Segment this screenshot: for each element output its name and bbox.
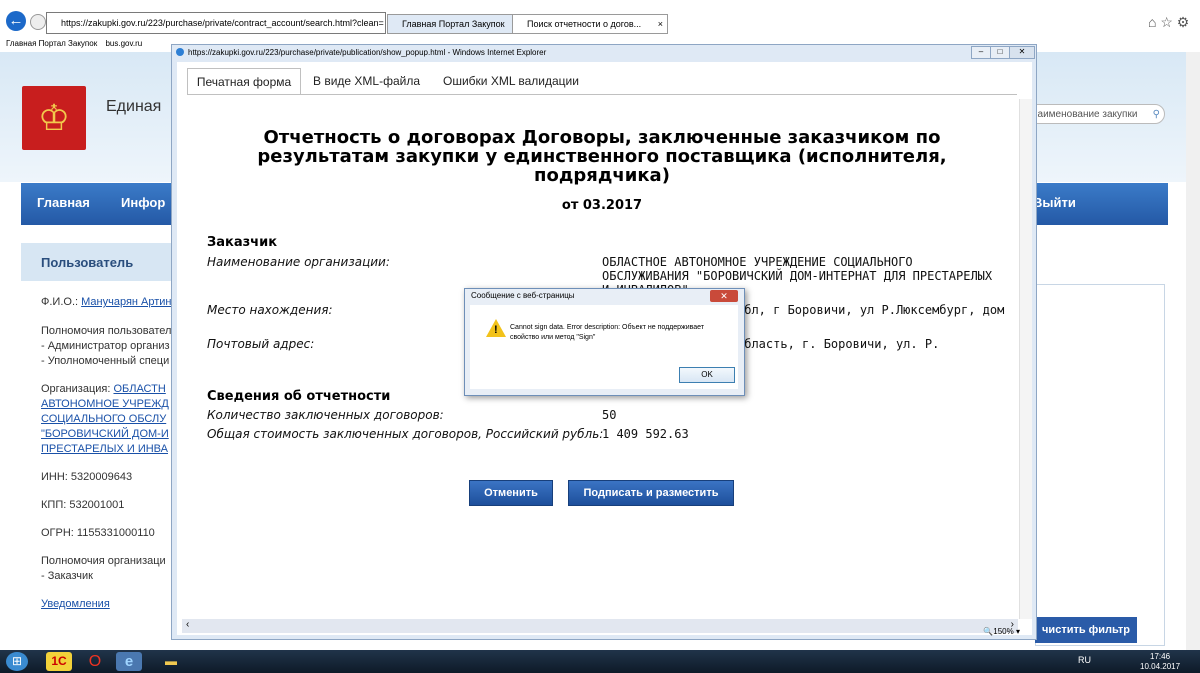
postal-label: Почтовый адрес: <box>207 337 315 351</box>
ie-icon[interactable]: e <box>116 652 142 671</box>
favorite-bus[interactable]: bus.gov.ru <box>105 39 142 48</box>
org-link[interactable]: ОБЛАСТН <box>113 383 165 395</box>
org-link-line[interactable]: ПРЕСТАРЕЛЫХ И ИНВА <box>41 443 168 455</box>
search-icon[interactable]: ⚲ <box>1153 105 1160 125</box>
clear-filter-button[interactable]: чистить фильтр <box>1035 617 1137 643</box>
browser-toolbar: ← https://zakupki.gov.ru/223/purchase/pr… <box>0 0 1200 36</box>
tab-divider <box>187 94 1017 95</box>
customer-section-title: Заказчик <box>207 235 278 250</box>
report-title: Отчетность о договорах Договоры, заключе… <box>257 127 947 186</box>
org-link-line[interactable]: СОЦИАЛЬНОГО ОБСЛУ <box>41 413 166 425</box>
site-search-input[interactable]: наименование закупки ⚲ <box>1025 104 1165 124</box>
total-value: 1 409 592.63 <box>602 427 689 441</box>
taskbar: ⊞ 1С O e ▬ RU 17:46 10.04.2017 <box>0 650 1200 673</box>
forward-button[interactable] <box>30 14 46 30</box>
org-name-label: Наименование организации: <box>207 255 390 269</box>
nav-home[interactable]: Главная <box>37 195 90 210</box>
start-icon[interactable]: ⊞ <box>6 652 28 671</box>
tab-label: Главная Портал Закупок <box>402 19 505 29</box>
browser-tab-search[interactable]: Поиск отчетности о догов... × <box>512 14 668 34</box>
dialog-message: Cannot sign data. Error description: Объ… <box>510 324 705 341</box>
clock[interactable]: 17:46 10.04.2017 <box>1140 652 1180 672</box>
power-item: - Администратор организ <box>41 340 170 352</box>
ok-button[interactable]: OK <box>679 367 735 383</box>
popup-titlebar: https://zakupki.gov.ru/223/purchase/priv… <box>172 45 1036 61</box>
user-panel[interactable]: Пользователь <box>21 243 171 281</box>
inn: ИНН: 5320009643 <box>41 471 133 483</box>
nav-logout[interactable]: Выйти <box>1033 195 1076 210</box>
popup-status-bar: 🔍150% ▾ <box>172 625 1036 639</box>
org-link-line[interactable]: АВТОНОМНОЕ УЧРЕЖД <box>41 398 169 410</box>
emblem-icon: ♔ <box>22 86 86 150</box>
browser-tab-portal[interactable]: Главная Портал Закупок× <box>387 14 523 34</box>
tab-label: Поиск отчетности о догов... <box>527 19 642 29</box>
filter-panel <box>1035 284 1165 646</box>
ogrn: ОГРН: 1155331000110 <box>41 527 155 539</box>
org-powers-label: Полномочия организаци <box>41 555 166 567</box>
close-icon[interactable]: × <box>658 15 663 33</box>
org-power-item: - Заказчик <box>41 570 93 582</box>
org-row: Организация: ОБЛАСТН <box>41 383 166 395</box>
user-panel-label: Пользователь <box>41 255 134 270</box>
tab-xml-file[interactable]: В виде XML-файла <box>313 68 420 94</box>
minimize-icon[interactable]: – <box>971 46 991 59</box>
maximize-icon[interactable]: □ <box>990 46 1010 59</box>
zoom-level[interactable]: 🔍150% ▾ <box>983 625 1020 639</box>
location-value: обл, г Боровичи, ул Р.Люксембург, дом <box>737 303 1005 317</box>
tab-xml-errors[interactable]: Ошибки XML валидации <box>443 68 579 94</box>
zoom-icon: 🔍 <box>983 627 994 636</box>
fio-row: Ф.И.О.: Манучарян Артин <box>41 296 172 308</box>
message-dialog: Сообщение с веб-страницы ✕ ! Cannot sign… <box>464 288 745 396</box>
clock-date: 10.04.2017 <box>1140 662 1181 671</box>
nav-info[interactable]: Инфор <box>121 195 165 210</box>
count-label: Количество заключенных договоров: <box>207 408 444 422</box>
dialog-body: ! Cannot sign data. Error description: О… <box>470 305 738 389</box>
fio-link[interactable]: Манучарян Артин <box>81 296 171 308</box>
cancel-button[interactable]: Отменить <box>469 480 553 506</box>
site-title: Единая <box>106 98 162 115</box>
close-icon[interactable]: ✕ <box>710 290 738 302</box>
popup-title: https://zakupki.gov.ru/223/purchase/priv… <box>188 48 547 57</box>
back-arrow-icon[interactable]: ← <box>6 11 26 31</box>
postal-value: область, г. Боровичи, ул. Р. <box>737 337 940 351</box>
1c-icon[interactable]: 1С <box>46 652 72 671</box>
powers-label: Полномочия пользовател <box>41 325 172 337</box>
count-value: 50 <box>602 408 617 422</box>
sign-and-publish-button[interactable]: Подписать и разместить <box>568 480 734 506</box>
search-placeholder: наименование закупки <box>1032 109 1138 120</box>
report-date: от 03.2017 <box>561 198 643 213</box>
ie-icon <box>176 48 184 56</box>
total-label: Общая стоимость заключенных договоров, Р… <box>207 427 604 441</box>
location-label: Место нахождения: <box>207 303 333 317</box>
warning-mark: ! <box>494 324 498 336</box>
opera-icon[interactable]: O <box>82 652 108 671</box>
power-item: - Уполномоченный специ <box>41 355 170 367</box>
clock-time: 17:46 <box>1150 652 1171 661</box>
dialog-title: Сообщение с веб-страницы <box>471 291 575 300</box>
tab-print-form[interactable]: Печатная форма <box>187 68 301 95</box>
favorite-portal[interactable]: Главная Портал Закупок <box>6 39 97 48</box>
org-link-line[interactable]: "БОРОВИЧСКИЙ ДОМ-И <box>41 428 169 440</box>
kpp: КПП: 532001001 <box>41 499 125 511</box>
vertical-scrollbar[interactable] <box>1019 99 1032 619</box>
home-star-gear-icons[interactable]: ⌂ ☆ ⚙ <box>1148 14 1189 31</box>
close-icon[interactable]: ✕ <box>1009 46 1035 59</box>
notifications-link[interactable]: Уведомления <box>41 598 110 610</box>
folder-icon[interactable]: ▬ <box>158 652 184 671</box>
address-bar[interactable]: https://zakupki.gov.ru/223/purchase/priv… <box>46 12 386 34</box>
page-scrollbar[interactable] <box>1186 52 1200 650</box>
language-indicator[interactable]: RU <box>1078 655 1091 665</box>
address-text: https://zakupki.gov.ru/223/purchase/priv… <box>61 18 384 28</box>
report-section-title: Сведения об отчетности <box>207 389 391 404</box>
